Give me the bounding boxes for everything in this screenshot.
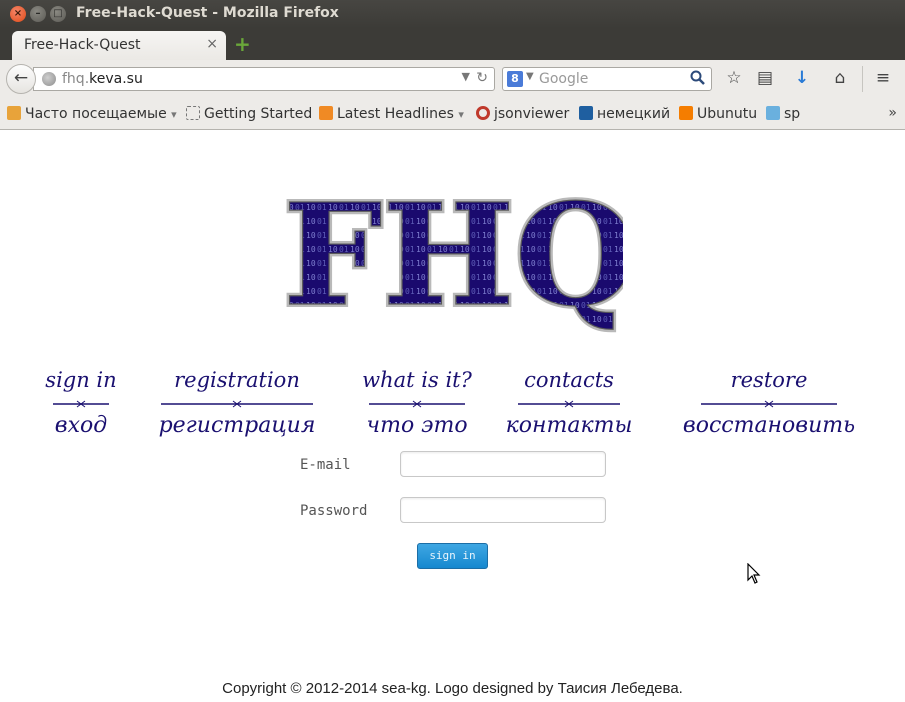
url-bar[interactable]: fhq.keva.su ▼ ↻ [33,67,495,91]
menu-label-en: registration [174,368,300,392]
bookmark-label: Часто посещаемые [25,106,167,122]
email-field[interactable] [400,451,606,477]
page-icon [186,106,200,120]
bookmark-latest-headlines[interactable]: Latest Headlines ▾ [319,106,464,122]
tab-title: Free-Hack-Quest [24,37,141,53]
search-bar[interactable]: 8 ▼ [502,67,712,91]
password-field[interactable] [400,497,606,523]
window-close-button[interactable]: × [10,6,26,22]
menu-divider [53,400,109,408]
menu-label-ru: вход [54,413,108,438]
bookmark-label: Getting Started [204,106,313,122]
menu-icon[interactable]: ≡ [872,68,894,88]
logo-outline: FHQ [283,186,623,336]
bookmark-ubunutu[interactable]: Ubunutu [679,106,757,122]
bookmark-nemetsky[interactable]: немецкий [579,106,670,122]
toolbar-separator [862,66,863,92]
bookmark-getting-started[interactable]: Getting Started [186,106,312,122]
menu-divider [161,400,313,408]
menu-contacts[interactable]: contacts контакты [496,367,642,440]
menu-what-is-it[interactable]: what is it? что это [356,367,478,440]
window-maximize-button[interactable]: □ [50,6,66,22]
menu-label-ru: регистрация [158,413,316,438]
menu-divider [518,400,620,408]
tab-close-icon[interactable]: × [206,36,218,52]
window-titlebar: × – □ Free-Hack-Quest - Mozilla Firefox [0,0,905,28]
menu-label-ru: контакты [505,413,633,438]
bookmark-jsonviewer[interactable]: jsonviewer [476,106,569,122]
page-content: 10 01 FHQ FHQ sign in вход registration … [0,131,905,702]
menu-label-ru: что это [366,413,468,438]
sign-in-button[interactable]: sign in [417,543,488,569]
search-input[interactable] [539,70,687,88]
menu-label-en: contacts [524,368,614,392]
reload-icon[interactable]: ↻ [476,70,488,86]
download-icon[interactable]: ↓ [791,68,813,88]
google-engine-icon[interactable]: 8 [507,71,523,87]
window-minimize-button[interactable]: – [30,6,46,22]
rss-icon [319,106,333,120]
menu-sign-in[interactable]: sign in вход [45,367,117,440]
menu-divider [701,400,837,408]
folder-icon [7,106,21,120]
b-icon [579,106,593,120]
email-label: E-mail [300,457,351,473]
back-button[interactable]: ← [6,64,36,94]
bookmark-label: Latest Headlines [337,106,454,122]
bookmarks-overflow-icon[interactable]: » [888,105,897,121]
url-domain: keva.su [89,71,143,87]
jsonviewer-icon [476,106,490,120]
bookmark-label: Ubunutu [697,106,758,122]
blogger-icon [679,106,693,120]
chevron-down-icon: ▾ [458,108,464,121]
tab-free-hack-quest[interactable]: Free-Hack-Quest × [12,31,226,60]
tab-strip: Free-Hack-Quest × + [0,28,905,60]
menu-label-en: restore [730,368,808,392]
mouse-cursor-icon [747,563,761,584]
chevron-down-icon: ▾ [171,108,177,121]
bookmark-label: немецкий [597,106,671,122]
footer-copyright: Copyright © 2012-2014 sea-kg. Logo desig… [222,680,683,697]
new-tab-button[interactable]: + [234,32,251,56]
url-subdomain: fhq. [62,71,90,87]
window-title: Free-Hack-Quest - Mozilla Firefox [76,5,339,21]
menu-registration[interactable]: registration регистрация [148,367,326,440]
home-icon[interactable]: ⌂ [829,68,851,88]
password-label: Password [300,503,368,519]
bookmark-label: sp [784,106,801,122]
star-icon[interactable]: ☆ [723,68,745,88]
menu-label-ru: восстановить [682,413,856,438]
menu-label-en: what is it? [362,368,472,392]
menu-restore[interactable]: restore восстановить [670,367,868,440]
fhq-logo: 10 01 FHQ FHQ [283,186,623,336]
menu-label-en: sign in [45,368,117,392]
url-text[interactable]: fhq.keva.su [62,71,143,87]
search-engine-dropdown-icon[interactable]: ▼ [526,71,534,82]
url-history-dropdown-icon[interactable]: ▼ [462,70,470,83]
search-icon[interactable] [690,70,705,89]
bookmarks-toolbar: Часто посещаемые ▾ Getting Started Lates… [0,98,905,130]
globe-icon [42,72,56,86]
reading-list-icon[interactable]: ▤ [754,68,776,88]
navigation-toolbar: fhq.keva.su ▼ ↻ ← 8 ▼ ☆ ▤ ↓ ⌂ ≡ [0,60,905,98]
bookmark-label: jsonviewer [494,106,570,122]
bookmark-most-visited[interactable]: Часто посещаемые ▾ [7,106,177,122]
menu-divider [369,400,465,408]
bookmark-sp[interactable]: sp [766,106,800,122]
sp-icon [766,106,780,120]
